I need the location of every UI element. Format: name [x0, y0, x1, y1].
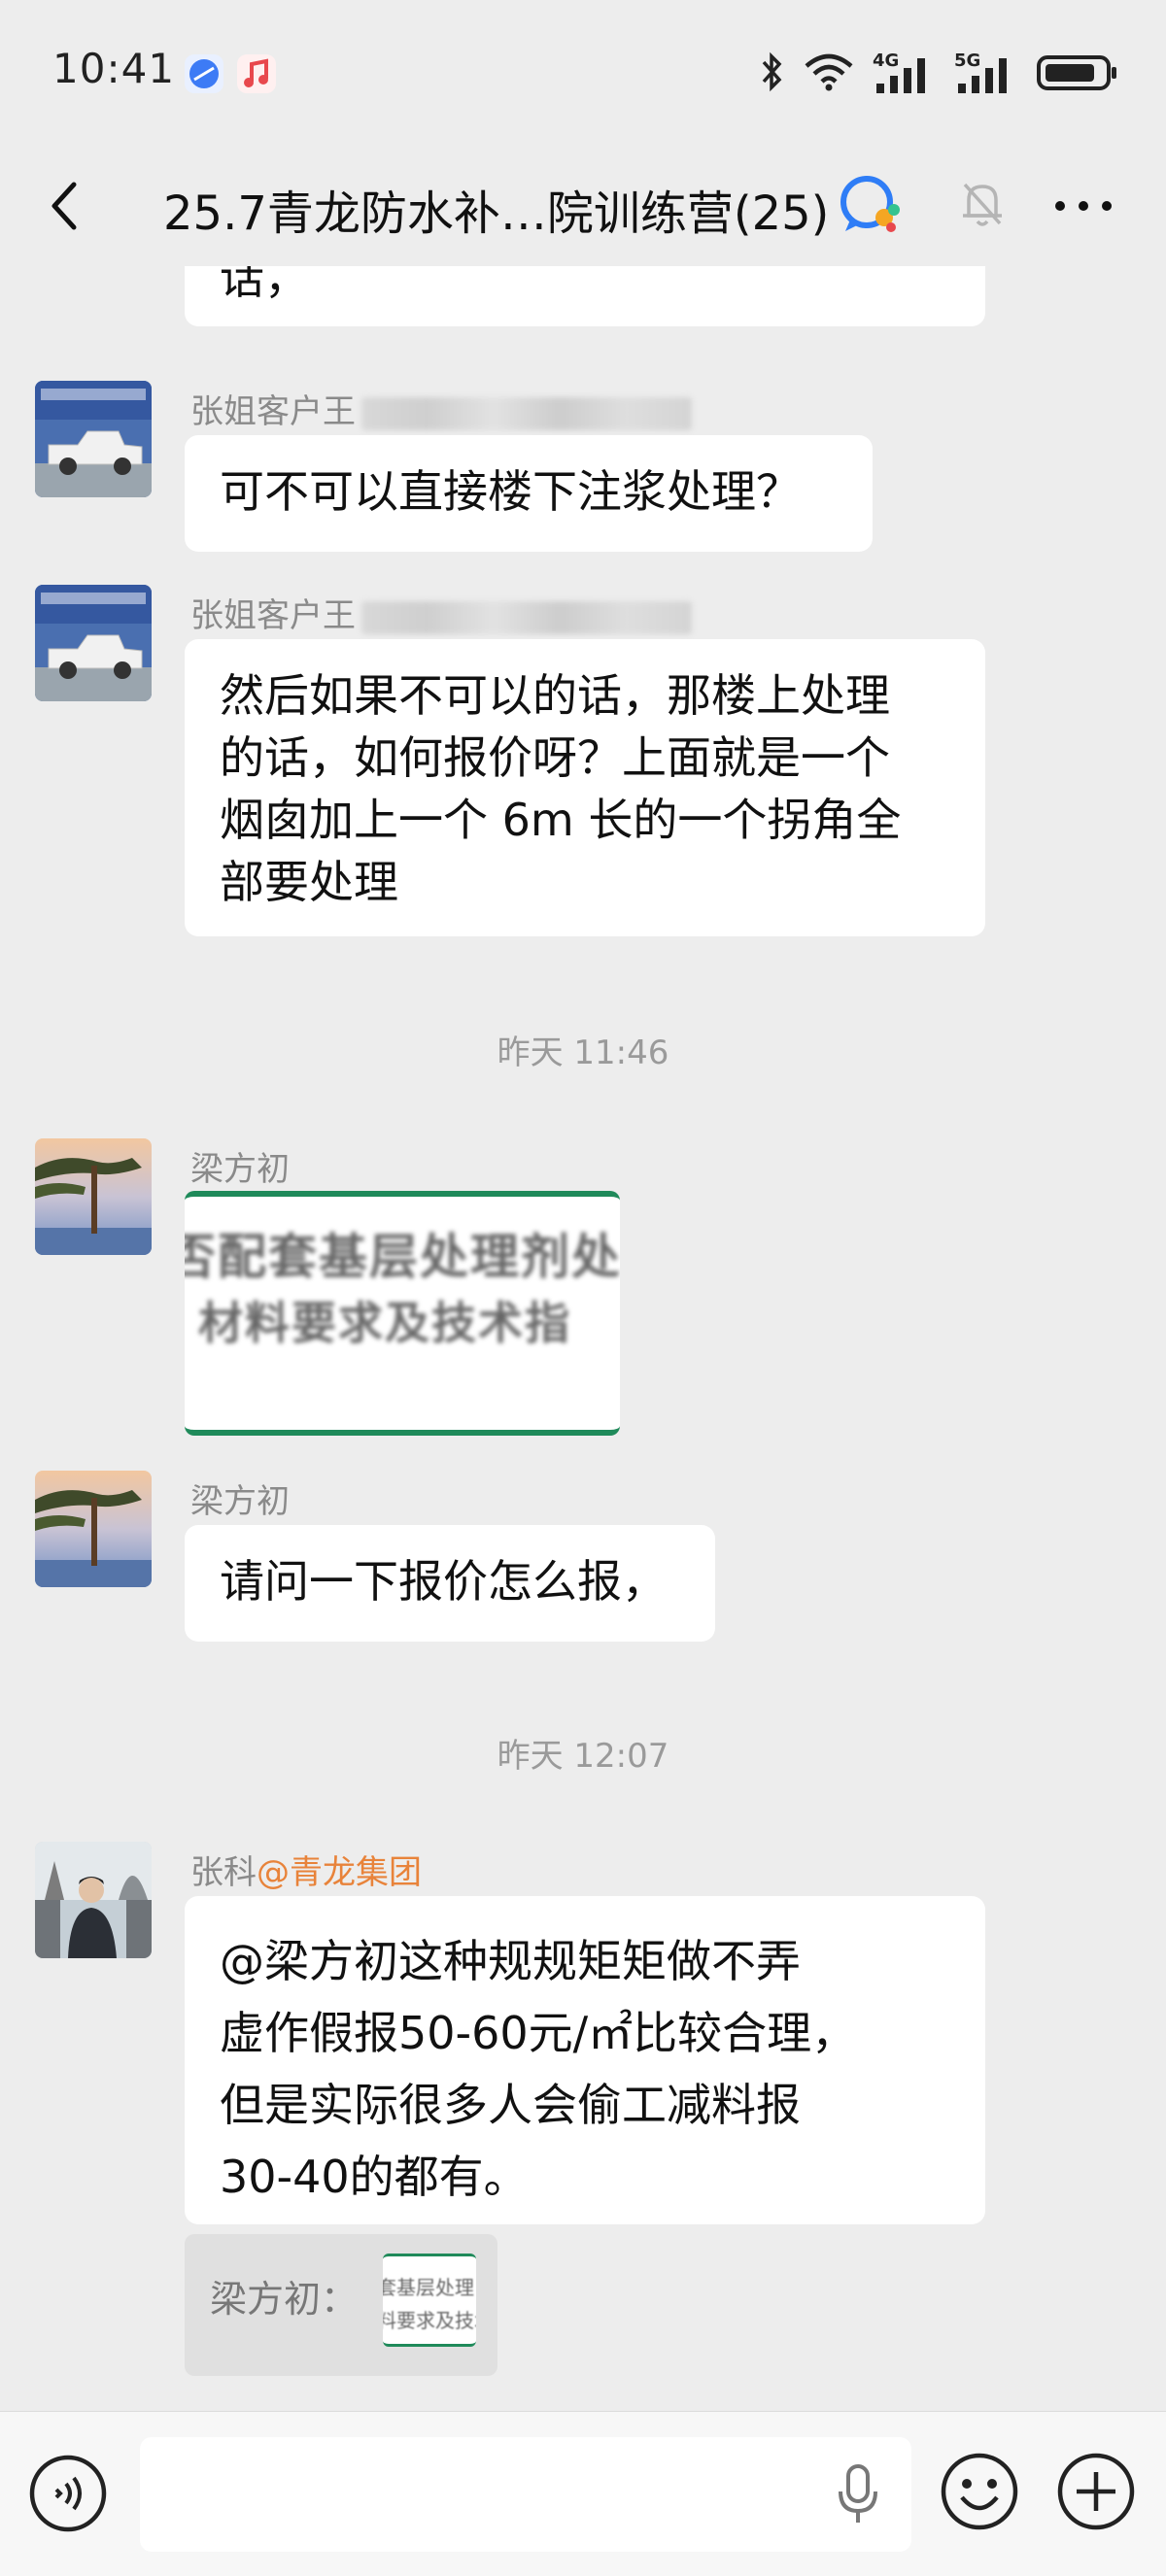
avatar-truck[interactable] [35, 381, 152, 497]
sender-name: 张科@青龙集团 [190, 1846, 422, 1893]
message-input[interactable] [140, 2437, 911, 2552]
blurred-sender-info [361, 600, 692, 634]
voice-button[interactable] [27, 2453, 109, 2534]
thumb-text-line: 料要求及技术 [383, 2309, 476, 2332]
avatar-pine-tree[interactable] [35, 1471, 152, 1587]
message-bubble[interactable]: 然后如果不可以的话，那楼上处理 的话，如何报价呀？上面就是一个 烟囱加上一个 6… [185, 639, 985, 936]
voice-icon [29, 2455, 107, 2532]
music-app-icon [237, 54, 276, 93]
emoji-button[interactable] [939, 2451, 1020, 2532]
wifi-icon [803, 51, 855, 97]
bluetooth-icon [758, 51, 785, 97]
image-text-line: 否配套基层处理剂处 [185, 1229, 620, 1285]
avatar-truck[interactable] [35, 585, 152, 701]
signal-icon-4g: 4G [873, 51, 937, 95]
status-bar: 10:41 4G 5G [0, 0, 1166, 146]
chat-header: 25.7青龙防水补…院训练营(25) [0, 146, 1166, 266]
quoted-image-thumbnail[interactable]: 套基层处理 料要求及技术 [383, 2254, 476, 2347]
message-bubble[interactable]: @梁方初这种规规矩矩做不弄 虚作假报50-60元/㎡比较合理， 但是实际很多人会… [185, 1896, 985, 2224]
quoted-message[interactable]: 梁方初： 套基层处理 料要求及技术 [185, 2234, 497, 2376]
sender-name: 张姐客户王 [190, 385, 692, 432]
input-bar [0, 2411, 1166, 2576]
sender-name-text: 张姐客户王 [190, 392, 356, 431]
more-button[interactable] [1049, 177, 1117, 235]
message-text: 可不可以直接楼下注浆处理？ [220, 465, 801, 518]
ai-assistant-icon[interactable] [838, 173, 904, 239]
plus-icon [1057, 2453, 1135, 2530]
sender-name-text: 张科 [190, 1853, 257, 1892]
message-text: 话， [220, 266, 309, 304]
message-line: 然后如果不可以的话，那楼上处理 [220, 669, 890, 722]
image-message[interactable]: 否配套基层处理剂处 材料要求及技术指 [185, 1191, 620, 1436]
back-icon [51, 182, 77, 230]
message-line: 的话，如何报价呀？上面就是一个 [220, 731, 890, 784]
avatar-pine-tree[interactable] [35, 1138, 152, 1255]
message-bubble[interactable]: 可不可以直接楼下注浆处理？ [185, 435, 873, 552]
message-text: 请问一下报价怎么报， [220, 1555, 667, 1608]
message-bubble[interactable]: 请问一下报价怎么报， [185, 1525, 715, 1642]
time-separator: 昨天 11:46 [497, 1034, 669, 1072]
sender-name: 张姐客户王 [190, 589, 692, 636]
message-line: @梁方初这种规规矩矩做不弄 [220, 1935, 801, 1987]
image-text-line: 材料要求及技术指 [198, 1297, 571, 1349]
blurred-sender-info [361, 396, 692, 430]
back-button[interactable] [35, 171, 93, 241]
quoted-sender: 梁方初： [210, 2278, 359, 2321]
browser-app-icon [185, 54, 223, 93]
signal-icon-5g: 5G [954, 51, 1018, 95]
emoji-icon [941, 2453, 1018, 2530]
message-line: 虚作假报50-60元/㎡比较合理， [220, 2007, 857, 2059]
sender-name: 梁方初 [190, 1150, 290, 1189]
battery-icon [1036, 51, 1119, 97]
message-line: 30-40的都有。 [220, 2151, 529, 2203]
mute-bell-icon[interactable] [957, 175, 1008, 233]
thumb-text-line: 套基层处理 [383, 2276, 474, 2299]
chat-message-list[interactable]: 话， 张姐客户王 可不可以直接楼下注浆处理？ 张姐客户王 然后如果不可以的话，那… [0, 266, 1166, 2411]
status-time: 10:41 [52, 45, 176, 92]
more-icon [1055, 201, 1112, 211]
mic-icon[interactable] [834, 2462, 882, 2526]
time-separator: 昨天 12:07 [497, 1737, 669, 1776]
sender-name-text: 张姐客户王 [190, 596, 356, 635]
message-line: 但是实际很多人会偷工减料报 [220, 2079, 801, 2131]
message-line: 烟囱加上一个 6m 长的一个拐角全 [220, 794, 902, 846]
message-line: 部要处理 [220, 856, 398, 908]
sender-group-tag[interactable]: @青龙集团 [257, 1853, 422, 1892]
message-bubble[interactable]: 话， [185, 266, 985, 326]
avatar-person[interactable] [35, 1842, 152, 1958]
more-actions-button[interactable] [1055, 2451, 1137, 2532]
sender-name: 梁方初 [190, 1482, 290, 1521]
chat-title[interactable]: 25.7青龙防水补…院训练营(25) [163, 175, 829, 243]
